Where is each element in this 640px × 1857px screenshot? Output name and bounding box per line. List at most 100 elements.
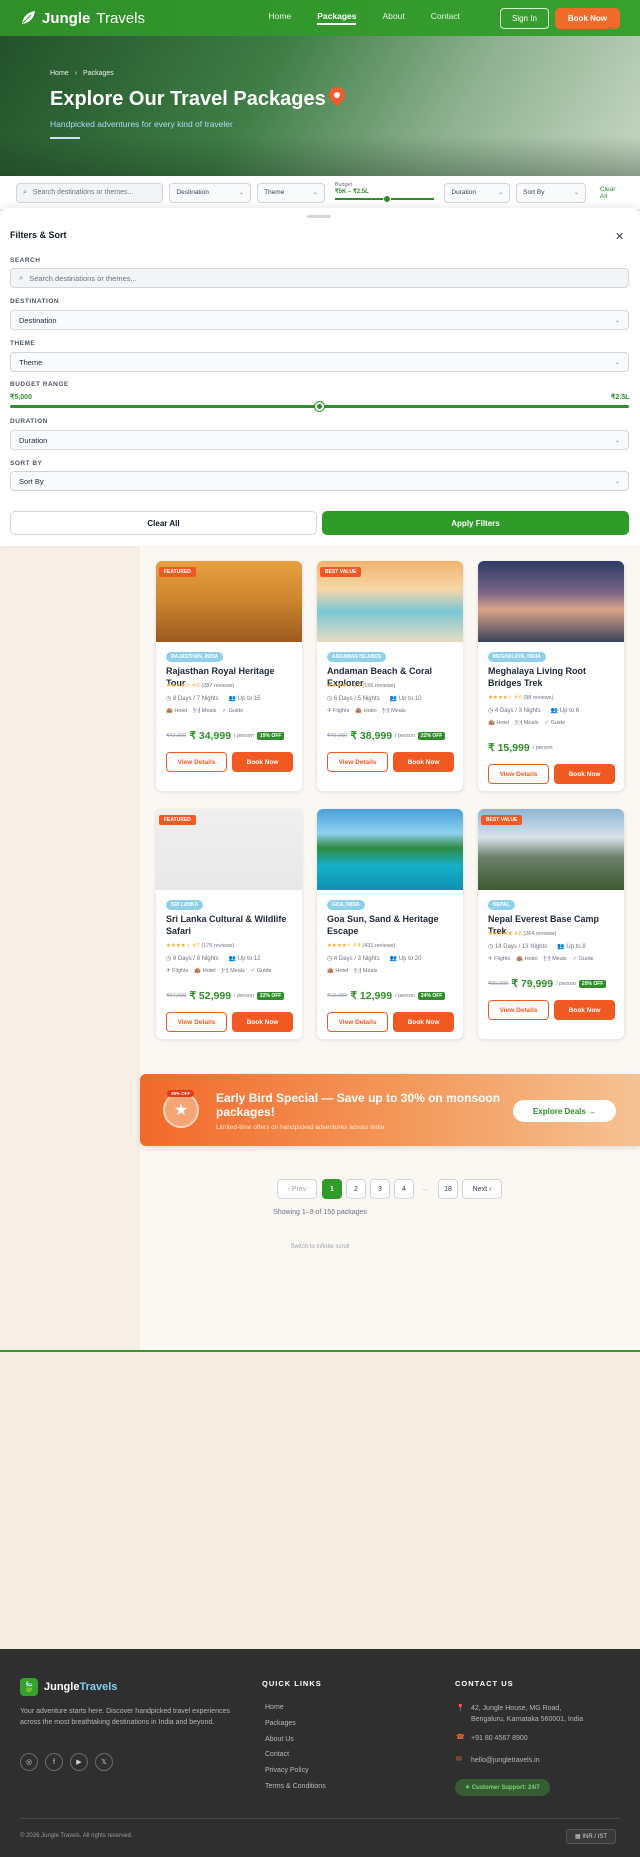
budget-range-label: BUDGET RANGE	[10, 381, 69, 388]
next-page-button[interactable]: Next ›	[462, 1179, 502, 1199]
package-location: MEGHALAYA, INDIA	[488, 652, 546, 662]
facebook-icon[interactable]: f	[45, 1753, 63, 1771]
package-card[interactable]: FEATURED SRI LANKA Sri Lanka Cultural & Wi…	[156, 809, 302, 1039]
footer-link-privacy[interactable]: Privacy Policy	[265, 1767, 309, 1774]
currency-selector[interactable]: ▦ INR / IST	[566, 1829, 617, 1844]
prev-page-button[interactable]: ‹ Prev	[277, 1179, 317, 1199]
x-twitter-icon[interactable]: 𝕏	[95, 1753, 113, 1771]
page-4-button[interactable]: 4	[394, 1179, 414, 1199]
package-title[interactable]: Goa Sun, Sand & Heritage Escape	[327, 913, 455, 937]
theme-select[interactable]: Theme ⌄	[257, 182, 325, 203]
sheet-duration-value: Duration	[19, 435, 48, 445]
page-1-button[interactable]: 1	[322, 1179, 342, 1199]
breadcrumb-current: Packages	[83, 70, 114, 77]
book-now-button[interactable]: Book Now	[393, 752, 454, 772]
package-rating: ★★★★☆ 4.4 (431 reviews)	[327, 943, 395, 949]
footer-link-packages[interactable]: Packages	[265, 1720, 296, 1727]
footer-link-terms[interactable]: Terms & Conditions	[265, 1783, 326, 1790]
page-3-button[interactable]: 3	[370, 1179, 390, 1199]
sheet-sort-select[interactable]: Sort By ⌄	[10, 471, 629, 491]
package-badge: BEST VALUE	[481, 815, 523, 825]
book-now-button[interactable]: Book Now	[554, 1000, 615, 1020]
nav-packages[interactable]: Packages	[317, 11, 357, 25]
nav-about[interactable]: About	[382, 11, 404, 25]
destination-select-label: Destination	[176, 189, 209, 196]
feature-label: Guide	[578, 956, 594, 962]
sheet-theme-select[interactable]: Theme ⌄	[10, 352, 629, 372]
page-2-button[interactable]: 2	[346, 1179, 366, 1199]
star-icon: ★★★★☆	[488, 695, 513, 701]
close-icon[interactable]: ✕	[615, 230, 624, 243]
view-details-button[interactable]: View Details	[166, 752, 227, 772]
breadcrumb: Home › Packages	[50, 70, 114, 77]
footer-link-contact[interactable]: Contact	[265, 1751, 289, 1758]
package-card[interactable]: MEGHALAYA, INDIA Meghalaya Living Root Br…	[478, 561, 624, 791]
nav-contact[interactable]: Contact	[431, 11, 460, 25]
book-now-button[interactable]: Book Now	[393, 1012, 454, 1032]
rating-value: 4.5	[353, 683, 361, 689]
footer-link-home[interactable]: Home	[265, 1704, 284, 1711]
youtube-icon[interactable]: ▶	[70, 1753, 88, 1771]
brand-logo[interactable]: Jungle Travels	[20, 10, 145, 27]
footer-email[interactable]: hello@jungletravels.in	[471, 1755, 540, 1766]
package-title[interactable]: Meghalaya Living Root Bridges Trek	[488, 665, 616, 689]
sheet-search-input[interactable]: ⌕ Search destinations or themes...	[10, 268, 629, 288]
book-now-button[interactable]: Book Now	[554, 764, 615, 784]
book-now-button[interactable]: Book Now	[232, 752, 293, 772]
sheet-destination-select[interactable]: Destination ⌄	[10, 310, 629, 330]
infinite-scroll-toggle[interactable]: Switch to infinite scroll	[0, 1244, 640, 1250]
sheet-title: Filters & Sort	[10, 230, 67, 240]
sign-in-button[interactable]: Sign In	[499, 7, 549, 29]
apply-filters-button[interactable]: Apply Filters	[322, 511, 629, 535]
package-card[interactable]: BEST VALUE ANDAMAN ISLANDS Andaman Beach &…	[317, 561, 463, 791]
promo-tag: 30% OFF	[167, 1090, 195, 1097]
duration-label: DURATION	[10, 418, 48, 425]
footer-phone[interactable]: +91 80 4567 8900	[471, 1733, 528, 1744]
rating-value: 4.4	[353, 943, 361, 949]
support-icon: ✶	[465, 1785, 472, 1791]
package-card[interactable]: FEATURED RAJASTHAN, INDIA Rajasthan Royal …	[156, 561, 302, 791]
view-details-button[interactable]: View Details	[488, 1000, 549, 1020]
view-details-button[interactable]: View Details	[327, 1012, 388, 1032]
leaf-icon: 🍃	[20, 1678, 38, 1696]
duration-select[interactable]: Duration ⌄	[444, 182, 511, 203]
budget-min-value: ₹5,000	[10, 394, 32, 401]
breadcrumb-home[interactable]: Home	[50, 70, 69, 77]
package-price: ₹ 15,999/ person	[488, 742, 553, 754]
duration-item: ◷ 9 Days / 8 Nights	[166, 955, 219, 962]
package-image[interactable]	[317, 809, 463, 890]
view-details-button[interactable]: View Details	[327, 752, 388, 772]
sheet-clear-all-button[interactable]: Clear All	[10, 511, 317, 535]
nav-home[interactable]: Home	[269, 11, 292, 25]
package-image[interactable]	[478, 561, 624, 642]
filter-search-input[interactable]: ⌕ Search destinations or themes...	[16, 182, 164, 203]
page-last-button[interactable]: 18	[438, 1179, 458, 1199]
package-price: ₹42,999 ₹ 34,999/ person 19% OFF	[166, 730, 285, 742]
feature-item: 🏨 Hotel	[355, 708, 376, 714]
budget-handle[interactable]	[382, 194, 391, 203]
budget-slider[interactable]: Budget ₹5K – ₹2.5L	[334, 182, 435, 204]
package-meta: ◷ 6 Days / 5 Nights 👥 Up to 10	[327, 695, 421, 702]
clear-all-link[interactable]: Clear All	[600, 186, 624, 200]
feature-item: 🏨 Hotel	[194, 968, 215, 974]
view-details-button[interactable]: View Details	[166, 1012, 227, 1032]
book-now-button[interactable]: Book Now	[232, 1012, 293, 1032]
view-details-button[interactable]: View Details	[488, 764, 549, 784]
meals-icon: 🍽	[515, 720, 524, 726]
theme-select-label: Theme	[264, 189, 285, 196]
sheet-duration-select[interactable]: Duration ⌄	[10, 430, 629, 450]
explore-deals-button[interactable]: Explore Deals →	[513, 1100, 616, 1122]
sort-select[interactable]: Sort By ⌄	[516, 182, 586, 203]
package-title[interactable]: Sri Lanka Cultural & Wildlife Safari	[166, 913, 294, 937]
footer-link-about[interactable]: About Us	[265, 1736, 294, 1743]
search-icon: ⌕	[19, 273, 24, 282]
price-unit: / person	[395, 993, 415, 999]
drag-handle[interactable]	[307, 215, 331, 218]
instagram-icon[interactable]: ◎	[20, 1753, 38, 1771]
destination-select[interactable]: Destination ⌄	[169, 182, 252, 203]
package-card[interactable]: BEST VALUE NEPAL Nepal Everest Base Camp T…	[478, 809, 624, 1039]
budget-range-handle[interactable]	[314, 402, 324, 411]
header-book-now-button[interactable]: Book Now	[554, 7, 620, 29]
footer-logo[interactable]: 🍃 JungleTravels	[20, 1678, 117, 1696]
package-card[interactable]: GOA, INDIA Goa Sun, Sand & Heritage Escap…	[317, 809, 463, 1039]
